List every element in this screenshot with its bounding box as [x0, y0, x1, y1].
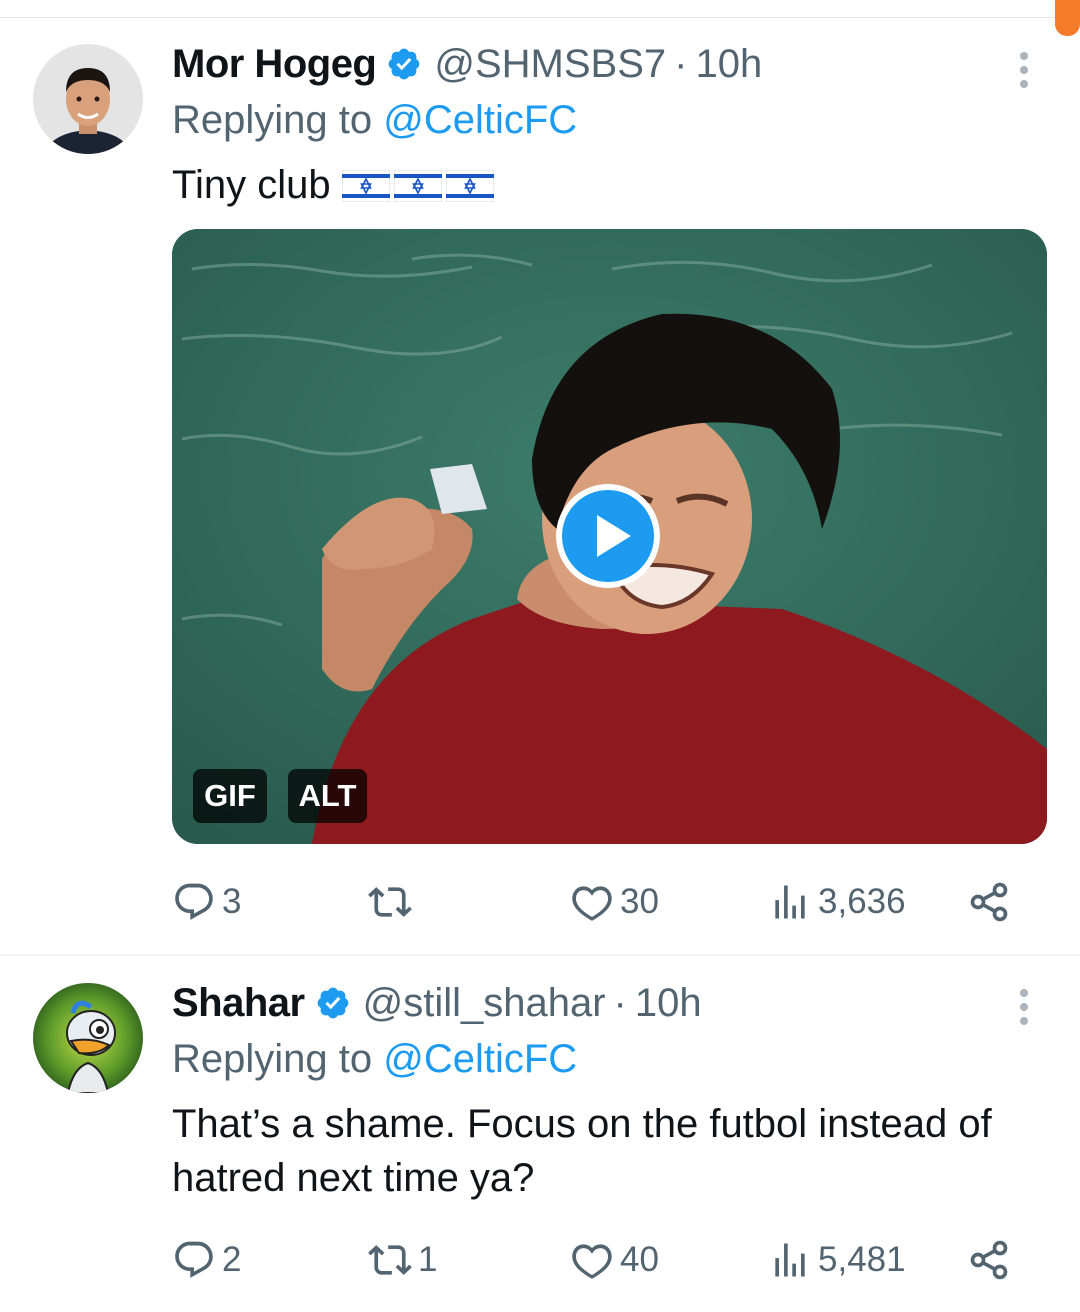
replying-to-prefix: Replying to [172, 1037, 373, 1081]
tweet-text-body: Tiny club [172, 163, 331, 207]
replying-to-line: Replying to @CelticFC [172, 1037, 577, 1082]
tweet-actions: 3 30 3,636 [172, 877, 1022, 927]
share-button[interactable] [967, 1235, 1017, 1285]
reply-count: 3 [222, 882, 242, 921]
display-name[interactable]: Mor Hogeg [172, 42, 377, 87]
tweet[interactable]: Mor Hogeg @SHMSBS7 · 10h Replying to @Ce… [0, 18, 1080, 954]
retweet-button[interactable] [368, 877, 418, 927]
gif-media[interactable]: GIF ALT [172, 229, 1047, 844]
views-icon [775, 1243, 805, 1277]
dot-separator: · [674, 41, 688, 86]
reply-count: 2 [222, 1240, 242, 1279]
views-button[interactable]: 3,636 [768, 877, 906, 927]
retweet-count: 1 [418, 1240, 438, 1279]
verified-badge-icon[interactable] [315, 985, 351, 1021]
more-options-icon[interactable] [1006, 985, 1042, 1029]
handle[interactable]: @SHMSBS7 [434, 42, 666, 87]
tweet[interactable]: Shahar @still_shahar · 10h Replying to @… [0, 955, 1080, 1312]
replying-to-link[interactable]: @CelticFC [383, 98, 577, 142]
tweet-header: Mor Hogeg @SHMSBS7 · 10h [172, 36, 762, 92]
tweet-text: Tiny club [172, 158, 1052, 212]
replying-to-prefix: Replying to [172, 98, 373, 142]
display-name[interactable]: Shahar [172, 981, 305, 1026]
timestamp[interactable]: 10h [695, 42, 762, 87]
reply-button[interactable]: 3 [172, 877, 241, 927]
heart-icon [572, 886, 612, 921]
views-count: 5,481 [818, 1240, 906, 1279]
share-icon [970, 882, 1008, 922]
alt-badge[interactable]: ALT [288, 769, 367, 823]
retweet-icon [368, 1245, 412, 1275]
more-options-icon[interactable] [1006, 48, 1042, 92]
heart-icon [572, 1244, 612, 1279]
reply-icon [175, 883, 213, 920]
share-button[interactable] [967, 877, 1017, 927]
views-count: 3,636 [818, 882, 906, 921]
tweet-header: Shahar @still_shahar · 10h [172, 975, 702, 1031]
avatar[interactable] [33, 983, 143, 1093]
timestamp[interactable]: 10h [635, 981, 702, 1026]
views-icon [775, 885, 805, 919]
like-button[interactable]: 40 [570, 1235, 659, 1285]
replying-to-line: Replying to @CelticFC [172, 98, 577, 143]
reply-button[interactable]: 2 [172, 1235, 241, 1285]
share-icon [970, 1240, 1008, 1280]
israel-flag-icon [393, 170, 442, 202]
tweet-text: That’s a shame. Focus on the futbol inst… [172, 1102, 992, 1200]
replying-to-link[interactable]: @CelticFC [383, 1037, 577, 1081]
dot-separator: · [613, 980, 627, 1025]
verified-badge-icon[interactable] [386, 46, 422, 82]
retweet-button[interactable]: 1 [368, 1235, 437, 1285]
play-icon[interactable] [553, 481, 663, 591]
like-button[interactable]: 30 [570, 877, 659, 927]
retweet-icon [368, 887, 412, 917]
views-button[interactable]: 5,481 [768, 1235, 906, 1285]
like-count: 40 [620, 1240, 659, 1279]
reply-icon [175, 1241, 213, 1278]
israel-flag-icon [341, 170, 390, 202]
like-count: 30 [620, 882, 659, 921]
israel-flag-icon [445, 170, 494, 202]
avatar[interactable] [33, 44, 143, 154]
tweet-actions: 2 1 40 5,481 [172, 1235, 1022, 1285]
gif-badge[interactable]: GIF [193, 769, 267, 823]
handle[interactable]: @still_shahar [363, 981, 606, 1026]
